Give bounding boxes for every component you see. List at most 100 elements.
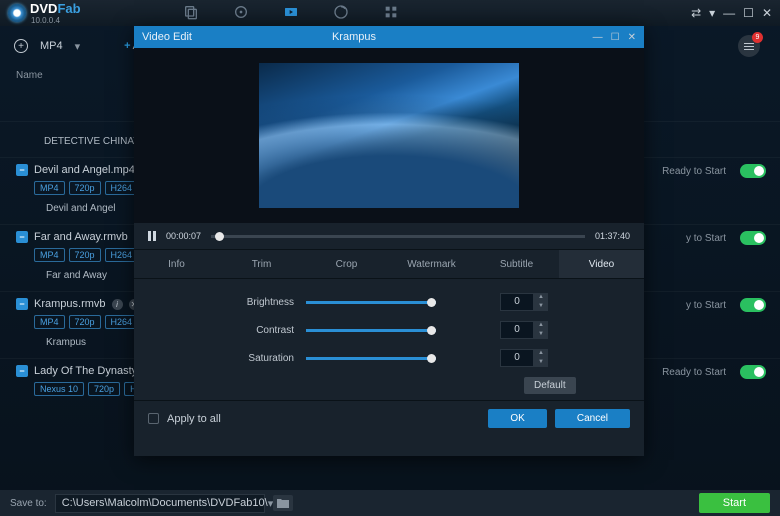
tab-crop[interactable]: Crop	[304, 250, 389, 278]
tab-info[interactable]: Info	[134, 250, 219, 278]
tag[interactable]: 720p	[69, 248, 101, 262]
saturation-stepper[interactable]: 0 ▲▼	[500, 349, 548, 367]
step-up-icon[interactable]: ▲	[534, 349, 548, 358]
saturation-value[interactable]: 0	[500, 349, 534, 367]
saveto-label: Save to:	[10, 498, 47, 509]
info-icon[interactable]: i	[112, 299, 123, 310]
logo-icon	[8, 4, 26, 22]
dialog-subtitle: Krampus	[332, 31, 376, 43]
apply-all-checkbox[interactable]	[148, 413, 159, 424]
save-path-text: C:\Users\Malcolm\Documents\DVDFab10\	[62, 497, 268, 509]
tab-video[interactable]: Video	[559, 250, 644, 278]
brightness-row: Brightness 0 ▲▼	[154, 293, 624, 311]
tag[interactable]: MP4	[34, 315, 65, 329]
cancel-button[interactable]: Cancel	[555, 409, 630, 428]
video-controls: Brightness 0 ▲▼ Contrast 0 ▲▼ Saturation…	[134, 279, 644, 400]
enable-toggle[interactable]	[740, 298, 766, 312]
close-icon[interactable]: ✕	[762, 6, 772, 20]
row-title: Far and Away.rmvb	[34, 231, 128, 243]
pause-icon[interactable]	[148, 231, 156, 241]
enable-toggle[interactable]	[740, 164, 766, 178]
seek-handle[interactable]	[215, 232, 224, 241]
collapse-icon[interactable]: −	[16, 365, 28, 377]
nav-ripper-icon[interactable]	[231, 4, 251, 23]
enable-toggle[interactable]	[740, 365, 766, 379]
apply-all-label: Apply to all	[167, 413, 221, 425]
brightness-slider[interactable]	[306, 301, 436, 304]
logo-text-1: DVD	[30, 1, 57, 16]
dialog-close-icon[interactable]: ✕	[628, 32, 636, 43]
step-up-icon[interactable]: ▲	[534, 293, 548, 302]
nav-converter-icon[interactable]	[281, 4, 301, 23]
contrast-slider[interactable]	[306, 329, 436, 332]
saturation-row: Saturation 0 ▲▼	[154, 349, 624, 367]
tag[interactable]: 720p	[69, 181, 101, 195]
slider-handle[interactable]	[427, 298, 436, 307]
collapse-icon[interactable]: −	[16, 164, 28, 176]
collapse-icon[interactable]: −	[16, 298, 28, 310]
tab-watermark[interactable]: Watermark	[389, 250, 474, 278]
dialog-footer: Apply to all OK Cancel	[134, 400, 644, 436]
tag[interactable]: 720p	[88, 382, 120, 396]
nav-utilities-icon[interactable]	[381, 4, 401, 23]
slider-handle[interactable]	[427, 326, 436, 335]
app-version: 10.0.0.4	[31, 16, 81, 25]
minimize-icon[interactable]: —	[723, 6, 735, 20]
step-down-icon[interactable]: ▼	[534, 358, 548, 367]
playback-bar: 00:00:07 01:37:40	[134, 223, 644, 249]
notification-badge: 9	[752, 32, 763, 43]
maximize-icon[interactable]: ☐	[743, 6, 754, 20]
titlebar: DVDFab 10.0.0.4 ⇄ ▾ — ☐ ✕	[0, 0, 780, 26]
contrast-label: Contrast	[154, 325, 294, 336]
brightness-stepper[interactable]: 0 ▲▼	[500, 293, 548, 311]
saturation-slider[interactable]	[306, 357, 436, 360]
status-text: Ready to Start	[662, 166, 726, 177]
brightness-value[interactable]: 0	[500, 293, 534, 311]
bottom-bar: Save to: C:\Users\Malcolm\Documents\DVDF…	[0, 490, 780, 516]
tag[interactable]: 720p	[69, 315, 101, 329]
total-time: 01:37:40	[595, 231, 630, 241]
app-logo: DVDFab 10.0.0.4	[8, 1, 81, 25]
add-profile-icon[interactable]: +	[14, 39, 28, 53]
step-down-icon[interactable]: ▼	[534, 302, 548, 311]
profile-label[interactable]: MP4	[40, 40, 63, 52]
saturation-label: Saturation	[154, 353, 294, 364]
logo-text-2: Fab	[57, 1, 80, 16]
default-button[interactable]: Default	[524, 377, 576, 394]
browse-folder-icon[interactable]	[273, 495, 293, 511]
start-button[interactable]: Start	[699, 493, 770, 513]
menu-button[interactable]: 9	[738, 35, 760, 57]
seek-slider[interactable]	[211, 235, 585, 238]
enable-toggle[interactable]	[740, 231, 766, 245]
step-up-icon[interactable]: ▲	[534, 321, 548, 330]
step-down-icon[interactable]: ▼	[534, 330, 548, 339]
contrast-row: Contrast 0 ▲▼	[154, 321, 624, 339]
tab-subtitle[interactable]: Subtitle	[474, 250, 559, 278]
row-title: Krampus.rmvb	[34, 298, 106, 310]
video-preview	[134, 48, 644, 223]
dropdown-icon[interactable]: ▾	[709, 6, 715, 20]
swap-icon[interactable]: ⇄	[691, 6, 701, 20]
status-text: y to Start	[686, 300, 726, 311]
contrast-value[interactable]: 0	[500, 321, 534, 339]
tag[interactable]: MP4	[34, 248, 65, 262]
tag[interactable]: MP4	[34, 181, 65, 195]
video-edit-dialog: Video Edit Krampus — ☐ ✕ 00:00:07 01:37:…	[134, 26, 644, 456]
nav-copy-icon[interactable]	[181, 4, 201, 23]
slider-handle[interactable]	[427, 354, 436, 363]
save-path-input[interactable]: C:\Users\Malcolm\Documents\DVDFab10\▾	[55, 494, 265, 513]
tag[interactable]: Nexus 10	[34, 382, 84, 396]
status-text: y to Start	[686, 233, 726, 244]
contrast-stepper[interactable]: 0 ▲▼	[500, 321, 548, 339]
row-title: Devil and Angel.mp4	[34, 164, 135, 176]
collapse-icon[interactable]: −	[16, 231, 28, 243]
edit-tabs: Info Trim Crop Watermark Subtitle Video	[134, 249, 644, 279]
dialog-minimize-icon[interactable]: —	[593, 32, 603, 43]
dialog-title: Video Edit	[142, 31, 192, 43]
dialog-maximize-icon[interactable]: ☐	[611, 32, 620, 43]
dialog-titlebar: Video Edit Krampus — ☐ ✕	[134, 26, 644, 48]
nav-creator-icon[interactable]	[331, 4, 351, 23]
video-frame	[259, 63, 519, 208]
tab-trim[interactable]: Trim	[219, 250, 304, 278]
ok-button[interactable]: OK	[488, 409, 546, 428]
